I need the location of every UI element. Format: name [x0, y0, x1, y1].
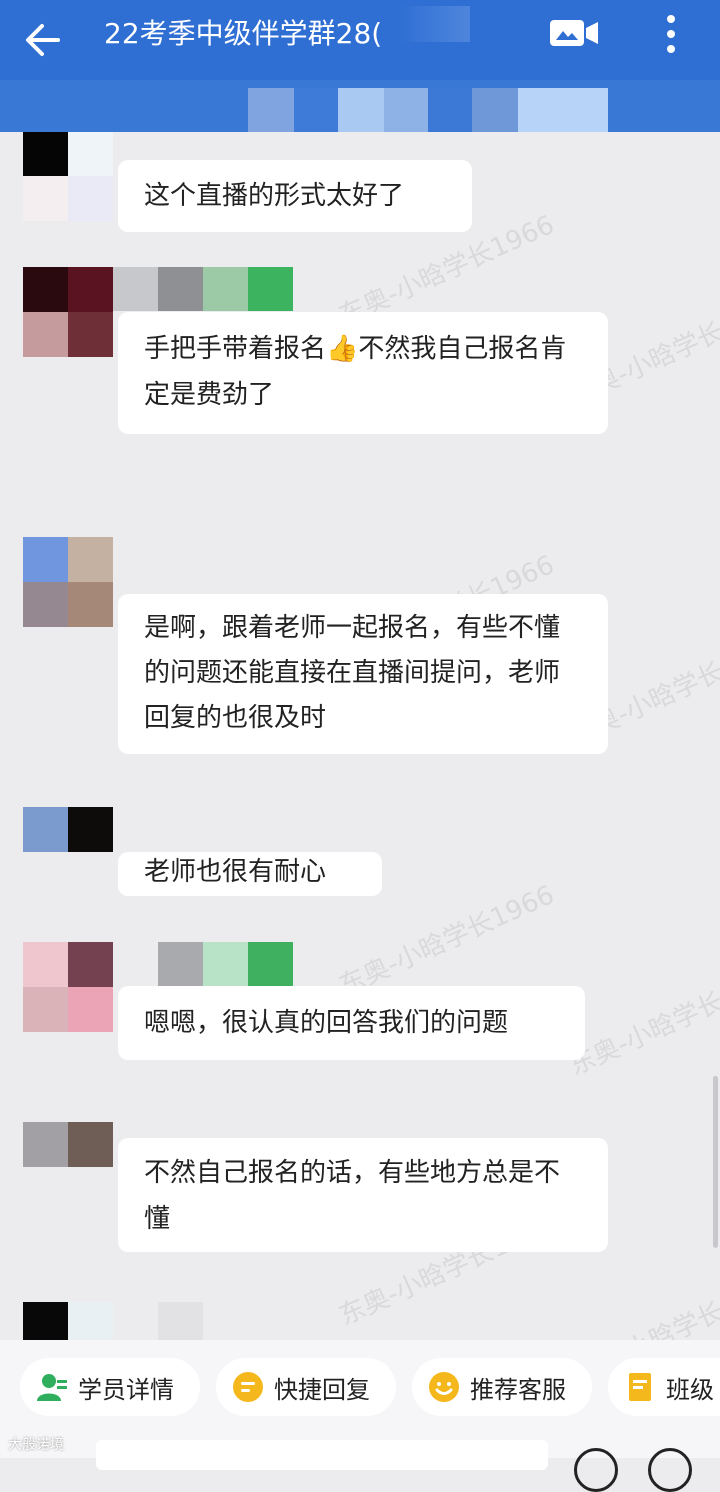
avatar[interactable]: [23, 807, 113, 852]
message-bubble[interactable]: 是啊，跟着老师一起报名，有些不懂的问题还能直接在直播间提问，老师回复的也很及时: [118, 594, 608, 754]
message-text: 老师也很有耐心: [144, 857, 327, 887]
message-bubble[interactable]: 老师也很有耐心: [118, 852, 382, 896]
arrow-left-icon: [26, 24, 60, 56]
group-notice-bar[interactable]: [0, 80, 720, 132]
quick-button-label: 快捷回复: [274, 1375, 370, 1404]
chat-header: 22考季中级伴学群28(: [0, 0, 720, 80]
message-bubble[interactable]: 手把手带着报名👍不然我自己报名肯定是费劲了: [118, 312, 608, 434]
quick-reply-button[interactable]: 快捷回复: [216, 1358, 396, 1416]
video-call-icon: [550, 20, 598, 46]
message-text: 是啊，跟着老师一起报名，有些不懂的问题还能直接在直播间提问，老师回复的也很及时: [144, 613, 561, 733]
blurred-notice: [384, 88, 428, 132]
blurred-notice: [428, 88, 472, 132]
bottom-watermark: 大般诺境: [8, 1437, 64, 1453]
recommend-service-button[interactable]: 推荐客服: [412, 1358, 592, 1416]
blurred-notice: [338, 88, 384, 132]
avatar[interactable]: [23, 537, 113, 627]
more-vertical-icon: [667, 15, 675, 53]
blurred-notice: [294, 88, 338, 132]
blurred-notice: [472, 88, 518, 132]
add-button[interactable]: [648, 1448, 692, 1492]
avatar[interactable]: [23, 267, 113, 357]
message-bubble[interactable]: 不然自己报名的话，有些地方总是不懂: [118, 1138, 608, 1252]
message-bubble[interactable]: 这个直播的形式太好了: [118, 160, 472, 232]
avatar[interactable]: [23, 1122, 113, 1167]
emoji-button[interactable]: [574, 1448, 618, 1492]
class-button[interactable]: 班级: [608, 1358, 720, 1416]
service-icon: [429, 1372, 459, 1402]
message-bubble[interactable]: 嗯嗯，很认真的回答我们的问题: [118, 986, 585, 1060]
message-text: 手把手带着报名👍不然我自己报名肯定是费劲了: [144, 334, 567, 410]
class-icon: [629, 1373, 651, 1401]
scrollbar[interactable]: [713, 1076, 718, 1248]
video-call-button[interactable]: [548, 16, 600, 52]
avatar[interactable]: [23, 942, 113, 1032]
back-button[interactable]: [18, 14, 70, 66]
quick-button-label: 推荐客服: [470, 1375, 566, 1404]
quick-reply-icon: [233, 1372, 263, 1402]
quick-action-bar: 学员详情 快捷回复 推荐客服 班级: [0, 1340, 720, 1436]
input-bar: [0, 1436, 720, 1492]
chat-title: 22考季中级伴学群28(: [104, 17, 383, 50]
message-text: 不然自己报名的话，有些地方总是不懂: [144, 1158, 561, 1234]
watermark: 东奥-小晗学长1966: [564, 959, 720, 1082]
blurred-notice: [518, 88, 608, 132]
blurred-notice: [248, 88, 294, 132]
quick-button-label: 学员详情: [78, 1375, 174, 1404]
message-text: 这个直播的形式太好了: [144, 181, 405, 211]
student-details-button[interactable]: 学员详情: [20, 1358, 200, 1416]
message-text: 嗯嗯，很认真的回答我们的问题: [144, 1008, 509, 1038]
more-button[interactable]: [656, 12, 686, 56]
message-input[interactable]: [96, 1440, 548, 1470]
user-detail-icon: [37, 1374, 67, 1401]
avatar[interactable]: [23, 132, 113, 221]
quick-button-label: 班级: [666, 1375, 714, 1404]
title-blur: [400, 6, 470, 42]
